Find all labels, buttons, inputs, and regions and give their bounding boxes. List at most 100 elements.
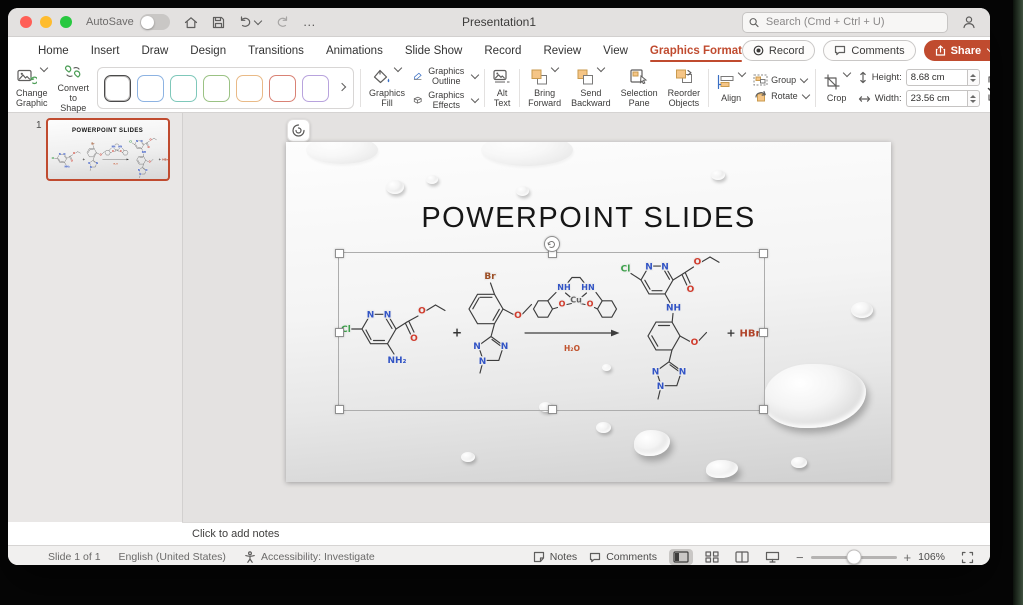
undo-button[interactable] bbox=[237, 14, 263, 30]
fullscreen-button[interactable] bbox=[60, 16, 72, 28]
notes-pane[interactable]: Click to add notes bbox=[182, 522, 990, 545]
tab-review[interactable]: Review bbox=[543, 37, 581, 64]
graphic-style-swatch[interactable] bbox=[269, 75, 296, 102]
ribbon-divider bbox=[484, 69, 485, 107]
crop-label: Crop bbox=[827, 93, 847, 103]
alt-text-button[interactable]: Alt Text bbox=[491, 67, 513, 109]
comments-toggle-button[interactable]: Comments bbox=[589, 551, 657, 563]
graphic-style-swatch[interactable] bbox=[104, 75, 131, 102]
height-stepper[interactable] bbox=[967, 69, 980, 86]
fit-slide-button[interactable] bbox=[957, 549, 978, 566]
graphics-effects-button[interactable]: Graphics Effects bbox=[413, 90, 478, 110]
share-button[interactable]: Share bbox=[924, 40, 990, 61]
graphics-fill-button[interactable]: Graphics Fill bbox=[367, 67, 407, 109]
copilot-button[interactable] bbox=[287, 119, 310, 142]
record-button[interactable]: Record bbox=[742, 40, 815, 61]
tab-draw[interactable]: Draw bbox=[141, 37, 168, 64]
graphics-outline-label: Graphics Outline bbox=[425, 66, 467, 86]
crop-button[interactable]: Crop bbox=[822, 72, 852, 104]
language-button[interactable]: English (United States) bbox=[119, 551, 226, 563]
tab-graphics-format[interactable]: Graphics Format bbox=[650, 37, 742, 64]
slide-thumbnail[interactable]: POWERPOINT SLIDES bbox=[46, 118, 170, 181]
search-input[interactable] bbox=[764, 15, 941, 29]
zoom-slider-knob[interactable] bbox=[846, 550, 861, 565]
change-graphic-button[interactable]: Change Graphic bbox=[14, 67, 50, 109]
water-droplet bbox=[306, 142, 378, 164]
zoom-slider[interactable] bbox=[811, 556, 897, 559]
tab-view[interactable]: View bbox=[603, 37, 628, 64]
ribbon-tab-row: Home Insert Draw Design Transitions Anim… bbox=[8, 37, 990, 64]
notes-toggle-button[interactable]: Notes bbox=[533, 551, 577, 563]
search-box[interactable] bbox=[742, 12, 948, 33]
tab-design[interactable]: Design bbox=[190, 37, 226, 64]
home-button[interactable] bbox=[182, 14, 200, 31]
width-stepper[interactable] bbox=[967, 90, 980, 107]
tab-slide-show[interactable]: Slide Show bbox=[405, 37, 463, 64]
rotate-button[interactable]: Rotate bbox=[753, 90, 809, 102]
toggle-knob bbox=[141, 16, 154, 29]
view-switcher bbox=[669, 549, 784, 565]
send-backward-button[interactable]: Send Backward bbox=[569, 67, 613, 109]
selection-pane-button[interactable]: Selection Pane bbox=[619, 67, 660, 109]
resize-handle-ne[interactable] bbox=[759, 249, 768, 258]
graphic-selection-box[interactable] bbox=[338, 252, 765, 411]
graphic-style-swatch[interactable] bbox=[170, 75, 197, 102]
width-input[interactable] bbox=[906, 90, 967, 107]
rotate-handle[interactable] bbox=[544, 236, 560, 252]
zoom-out-button[interactable]: − bbox=[796, 551, 804, 564]
slide[interactable]: POWERPOINT SLIDES bbox=[286, 142, 891, 482]
desktop-wallpaper-edge bbox=[1013, 0, 1023, 605]
resize-handle-s[interactable] bbox=[548, 405, 557, 414]
water-droplet bbox=[596, 422, 611, 433]
bring-forward-button[interactable]: Bring Forward bbox=[526, 67, 563, 109]
comments-label: Comments bbox=[851, 45, 904, 57]
group-button[interactable]: Group bbox=[753, 74, 809, 86]
graphic-style-swatch[interactable] bbox=[236, 75, 263, 102]
align-button[interactable]: Align bbox=[715, 72, 747, 104]
resize-handle-e[interactable] bbox=[759, 328, 768, 337]
water-droplet bbox=[791, 457, 807, 468]
autosave-control: AutoSave bbox=[86, 14, 170, 30]
redo-button[interactable] bbox=[273, 14, 291, 30]
chevron-down-icon bbox=[987, 45, 990, 53]
account-button[interactable] bbox=[960, 13, 978, 31]
slide-title[interactable]: POWERPOINT SLIDES bbox=[286, 202, 891, 235]
minimize-button[interactable] bbox=[40, 16, 52, 28]
tab-transitions[interactable]: Transitions bbox=[248, 37, 304, 64]
expand-icon bbox=[961, 551, 974, 564]
comments-button[interactable]: Comments bbox=[823, 40, 915, 61]
reading-view-button[interactable] bbox=[731, 549, 753, 565]
graphic-style-swatch[interactable] bbox=[137, 75, 164, 102]
ribbon-toolbar: Change Graphic Convert to Shape Graphics… bbox=[8, 64, 990, 113]
resize-handle-sw[interactable] bbox=[335, 405, 344, 414]
close-button[interactable] bbox=[20, 16, 32, 28]
more-commands-button[interactable]: … bbox=[301, 15, 319, 29]
slide-counter: Slide 1 of 1 bbox=[48, 551, 101, 563]
graphic-style-swatch[interactable] bbox=[302, 75, 329, 102]
reaction-scheme[interactable] bbox=[339, 253, 764, 410]
slide-sorter-view-button[interactable] bbox=[701, 549, 723, 565]
lock-aspect-ratio-checkbox[interactable] bbox=[987, 84, 990, 93]
slide-canvas[interactable]: POWERPOINT SLIDES bbox=[183, 113, 990, 522]
normal-view-button[interactable] bbox=[669, 549, 693, 565]
zoom-percentage[interactable]: 106% bbox=[918, 551, 945, 563]
convert-to-shape-button[interactable]: Convert to Shape bbox=[56, 62, 92, 114]
save-button[interactable] bbox=[210, 14, 227, 31]
zoom-in-button[interactable]: + bbox=[904, 551, 912, 564]
resize-handle-w[interactable] bbox=[335, 328, 344, 337]
graphics-outline-button[interactable]: Graphics Outline bbox=[413, 66, 478, 86]
slideshow-view-button[interactable] bbox=[761, 549, 784, 565]
autosave-toggle[interactable] bbox=[140, 14, 170, 30]
reorder-objects-button[interactable]: Reorder Objects bbox=[666, 67, 703, 109]
gallery-more-button[interactable] bbox=[335, 85, 347, 92]
tab-insert[interactable]: Insert bbox=[91, 37, 120, 64]
tab-home[interactable]: Home bbox=[38, 37, 69, 64]
resize-handle-nw[interactable] bbox=[335, 249, 344, 258]
height-input[interactable] bbox=[906, 69, 967, 86]
tab-animations[interactable]: Animations bbox=[326, 37, 383, 64]
graphic-style-swatch[interactable] bbox=[203, 75, 230, 102]
accessibility-button[interactable]: Accessibility: Investigate bbox=[244, 551, 375, 563]
align-label: Align bbox=[721, 93, 741, 103]
tab-record[interactable]: Record bbox=[484, 37, 521, 64]
resize-handle-se[interactable] bbox=[759, 405, 768, 414]
